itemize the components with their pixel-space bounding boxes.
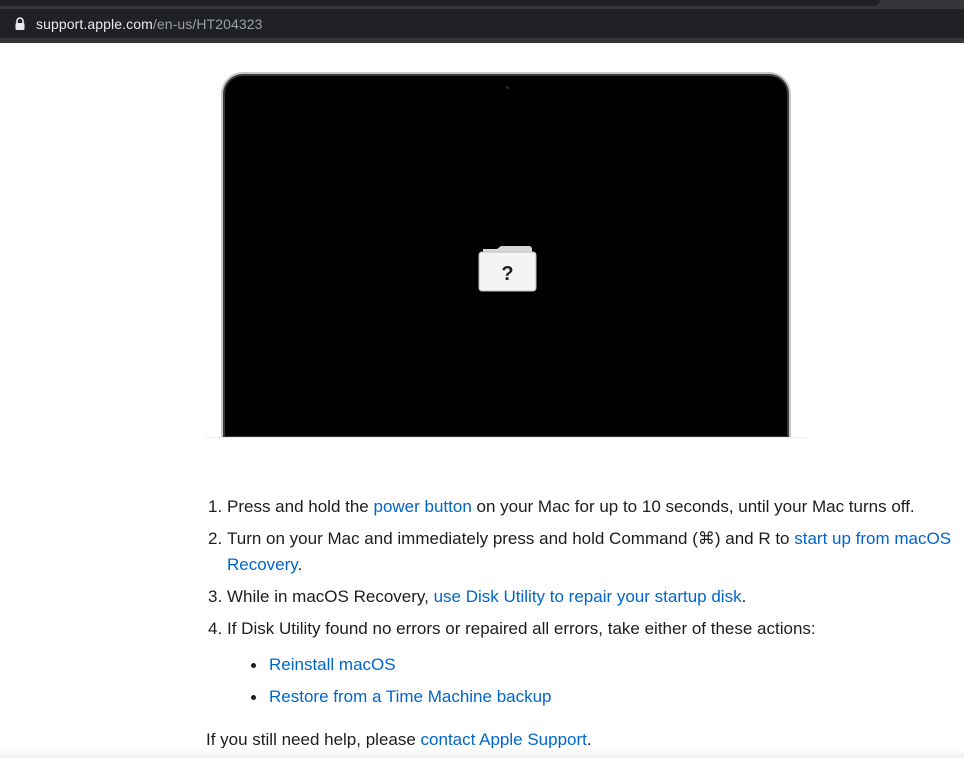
step-number: 1.	[208, 497, 223, 516]
url-path: /en-us/HT204323	[152, 15, 263, 32]
lock-icon[interactable]	[14, 16, 26, 31]
actions-list: Reinstall macOS Restore from a Time Mach…	[227, 652, 964, 710]
steps-list: 1. Press and hold the power button on yo…	[206, 494, 964, 716]
scroll-fade	[0, 748, 964, 758]
help-text: If you still need help, please	[206, 730, 421, 749]
bullet	[251, 663, 256, 668]
folder-symbol: ?	[501, 263, 513, 285]
address-bar[interactable]: support.apple.com/en-us/HT204323	[0, 9, 964, 38]
step-text: Turn on your Mac and immediately press a…	[227, 529, 795, 548]
browser-chrome: support.apple.com/en-us/HT204323	[0, 0, 964, 43]
step-number: 3.	[208, 587, 223, 606]
step-number: 2.	[208, 529, 223, 548]
mac-screen: ?	[221, 72, 791, 438]
disk-utility-link[interactable]: use Disk Utility to repair your startup …	[434, 587, 742, 606]
step-item: 4. If Disk Utility found no errors or re…	[206, 616, 964, 710]
bullet	[251, 695, 256, 700]
step-item: 1. Press and hold the power button on yo…	[206, 494, 964, 520]
step-text: .	[741, 587, 747, 606]
url-host: support.apple.com	[36, 15, 153, 32]
power-button-link[interactable]: power button	[373, 497, 471, 516]
step-text: While in macOS Recovery,	[227, 587, 434, 606]
tab-strip	[0, 0, 880, 6]
question-mark-folder-icon: ?	[478, 245, 537, 292]
time-machine-restore-link[interactable]: Restore from a Time Machine backup	[269, 687, 552, 706]
step-text: If Disk Utility found no errors or repai…	[227, 619, 816, 638]
help-text: .	[586, 730, 592, 749]
camera-icon	[506, 86, 509, 89]
divider	[206, 437, 806, 438]
hero-illustration: ?	[206, 43, 806, 438]
list-item: Restore from a Time Machine backup	[227, 684, 964, 710]
url-text[interactable]: support.apple.com/en-us/HT204323	[36, 16, 263, 32]
step-text: Press and hold the	[227, 497, 374, 516]
reinstall-macos-link[interactable]: Reinstall macOS	[269, 655, 396, 674]
step-item: 3. While in macOS Recovery, use Disk Uti…	[206, 584, 964, 610]
contact-support-link[interactable]: contact Apple Support	[421, 730, 587, 749]
step-text: .	[297, 555, 303, 574]
list-item: Reinstall macOS	[227, 652, 964, 678]
step-number: 4.	[208, 619, 223, 638]
step-item: 2. Turn on your Mac and immediately pres…	[206, 526, 964, 578]
step-text: on your Mac for up to 10 seconds, until …	[471, 497, 915, 516]
